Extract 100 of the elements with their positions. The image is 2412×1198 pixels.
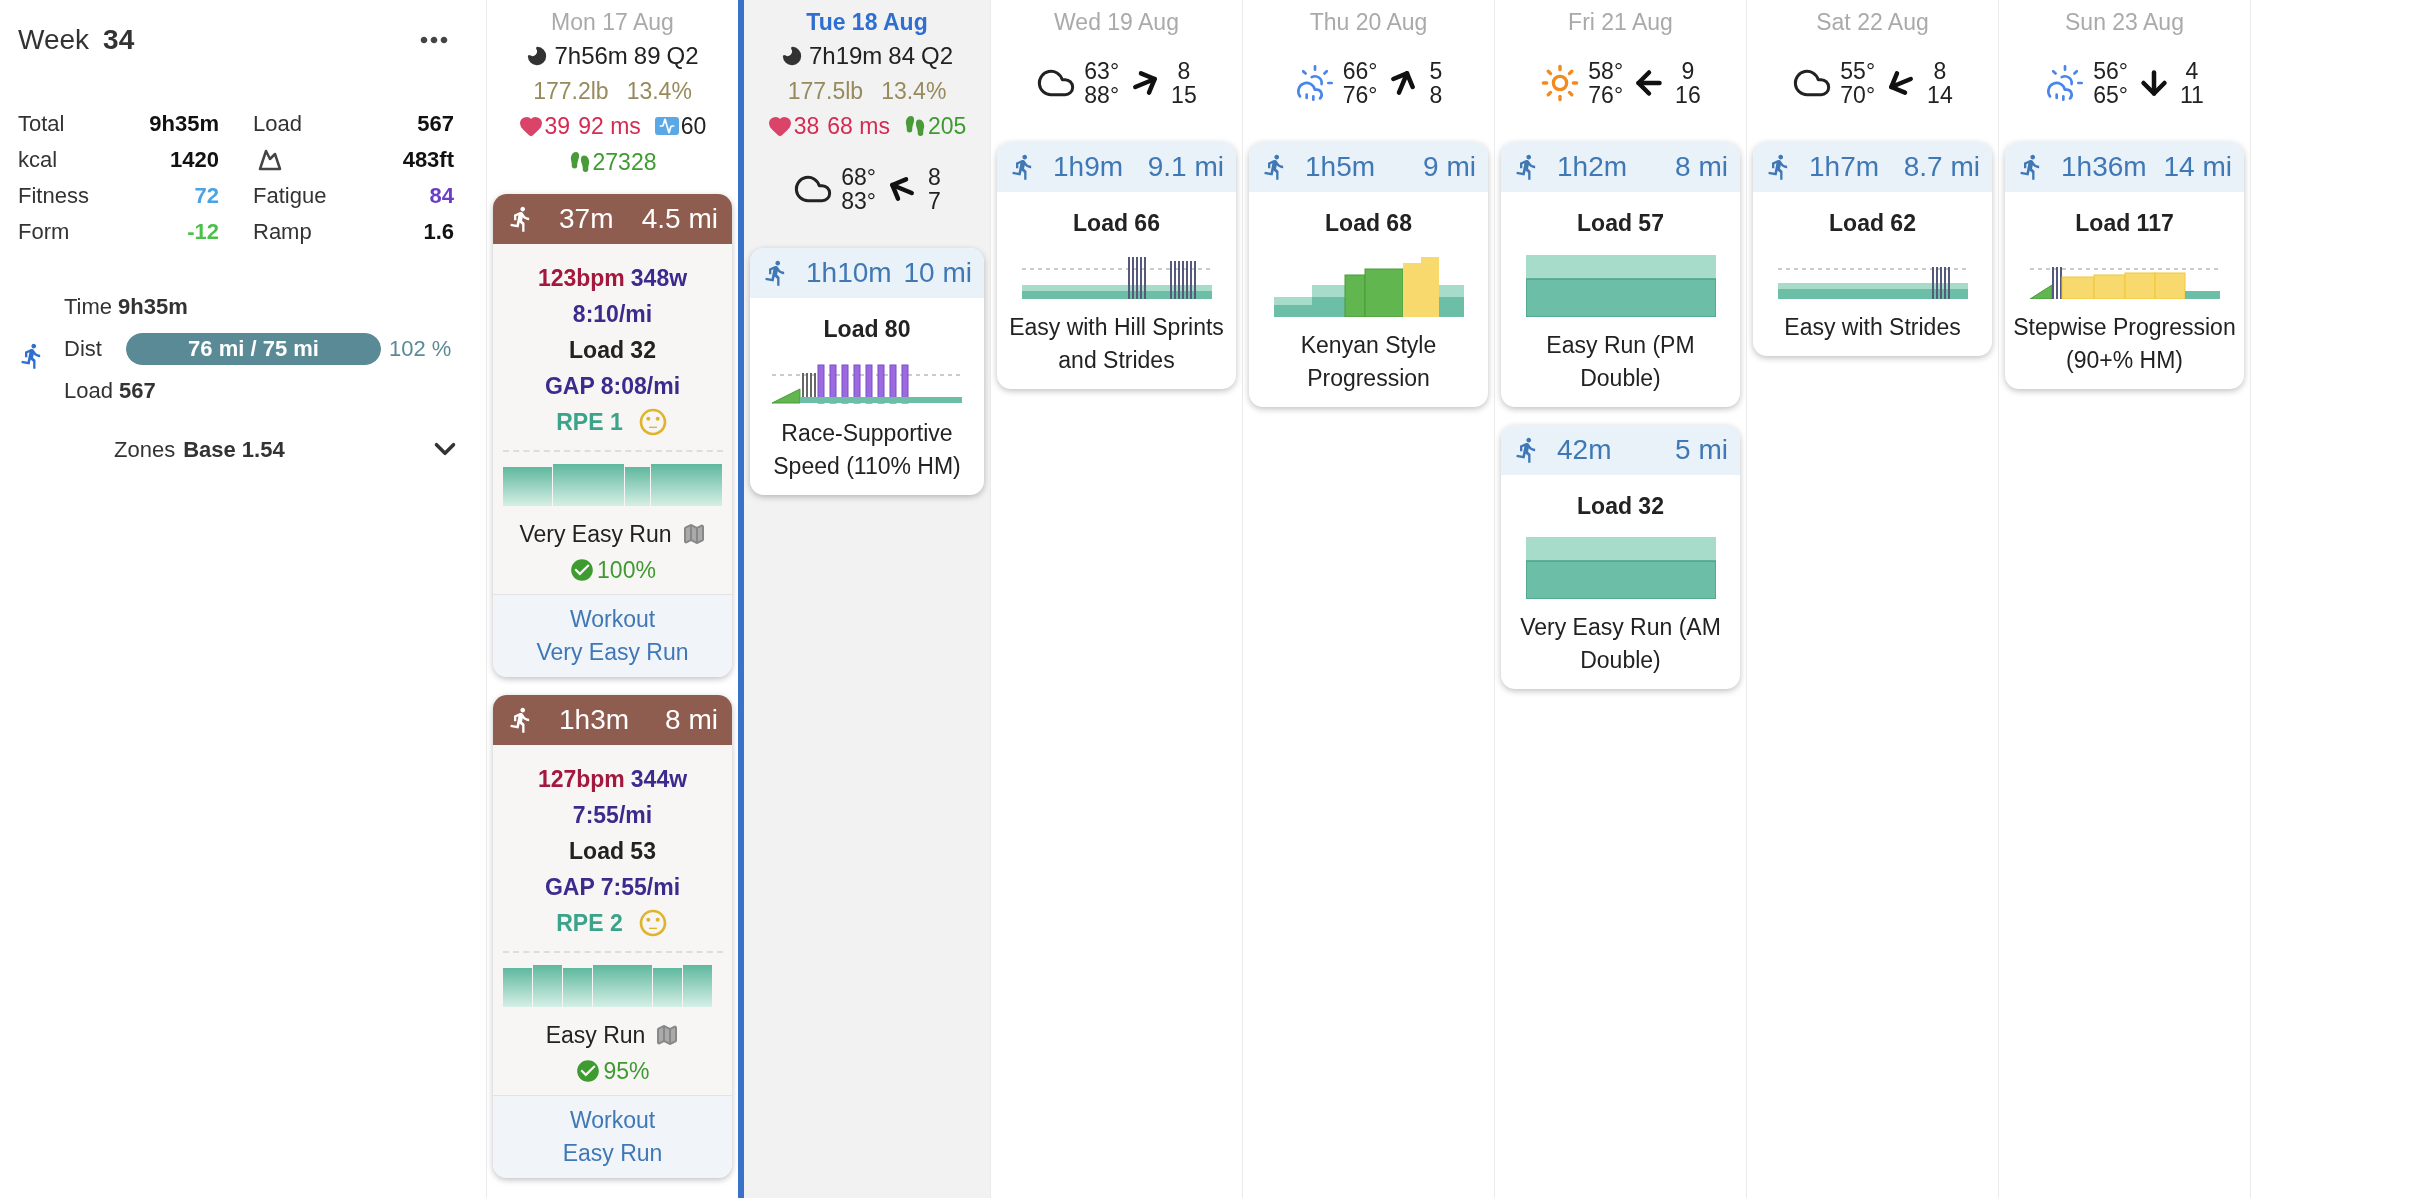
workout-load: Load 68 (1325, 209, 1412, 238)
map-icon (681, 522, 706, 546)
high-temperature: 76° (1588, 83, 1624, 107)
load-value: 567 (118, 377, 156, 405)
workout-distance: 9 mi (1423, 150, 1476, 184)
workout-name: Easy Run (PM Double) (1545, 330, 1696, 393)
workout-load: Load 32 (1577, 491, 1664, 521)
planned-workout-card[interactable]: 1h5m 9 mi Load 68 Kenyan Style Progression (1249, 142, 1488, 407)
workout-name: Very Easy Run (AM Double) (1519, 613, 1722, 675)
stat-value: 84 (429, 182, 454, 210)
stat-value: -12 (187, 218, 219, 246)
activity-load: Load 53 (569, 837, 656, 866)
stat-label: Load (253, 110, 302, 138)
power: 344w (630, 765, 688, 794)
compliance: 95% (603, 1057, 650, 1086)
progress-text: 76 mi / 75 mi (187, 335, 320, 363)
week-label: Week (18, 23, 90, 57)
respiration: 60 (680, 112, 707, 141)
workout-duration: 1h2m (1557, 150, 1628, 184)
distance-label: Dist (64, 335, 103, 363)
activity-load: Load 32 (569, 336, 656, 365)
hrv: 68 ms (827, 112, 890, 141)
workout-name: Race-Supportive Speed (110% HM) (772, 418, 962, 481)
planned-workout-card[interactable]: 1h10m 10 mi Load 80 Race-Supportive Speed (110% HM) (750, 248, 984, 495)
wind-speed: 8 (1177, 59, 1191, 83)
stat-value: 483ft (402, 146, 454, 174)
workout-duration: 1h5m (1305, 150, 1376, 184)
workout-link[interactable]: Workout Very Easy Run (493, 594, 732, 677)
wind-gust: 15 (1171, 83, 1197, 107)
workout-link[interactable]: Workout Easy Run (493, 1095, 732, 1178)
workout-duration: 1h7m (1809, 150, 1880, 184)
low-temperature: 66° (1342, 59, 1378, 83)
low-temperature: 63° (1084, 59, 1120, 83)
step-count: 27328 (592, 148, 657, 177)
sun-icon (1540, 63, 1581, 103)
stat-value: 9h35m (149, 110, 219, 138)
day-date[interactable]: Tue 18 Aug (806, 6, 928, 38)
low-temperature: 58° (1588, 59, 1624, 83)
stat-value: 1.6 (423, 218, 454, 246)
sleep-duration: 7h56m (554, 41, 628, 71)
low-temperature: 55° (1840, 59, 1876, 83)
stat-label: Form (18, 218, 70, 246)
stat-value: 1420 (170, 146, 219, 174)
activity-card[interactable]: 1h3m 8 mi 127bpm 344w 7:55/mi Load 53 GAP 7:55/mi RPE 2 Easy Run 95% Workout Easy Run (493, 695, 732, 1178)
workout-load: Load 57 (1577, 209, 1664, 238)
moon-icon (780, 45, 803, 67)
hrv: 92 ms (578, 112, 641, 141)
workout-distance: 8 mi (1675, 150, 1728, 184)
rpe: RPE 1 (556, 408, 623, 437)
activity-distance: 4.5 mi (641, 202, 718, 236)
grade-adjusted-pace: GAP 8:08/mi (544, 372, 681, 401)
activity-name: Easy Run (545, 1021, 646, 1050)
resting-heart-rate: 38 (793, 112, 820, 141)
workout-name: Kenyan Style Progression (1299, 330, 1438, 393)
activity-duration: 37m (559, 202, 614, 236)
grade-adjusted-pace: GAP 7:55/mi (544, 873, 681, 902)
zones-toggle[interactable]: Zones Base 1.54 (18, 432, 472, 466)
rain-cloud-sun-icon (2045, 63, 2086, 103)
wind-gust: 7 (928, 189, 941, 213)
map-icon (655, 1023, 680, 1047)
stat-label: Fitness (18, 182, 89, 210)
planned-workout-card[interactable]: 1h2m 8 mi Load 57 Easy Run (PM Double) (1501, 142, 1740, 407)
body-weight: 177.5lb (787, 77, 864, 106)
body-fat: 13.4% (881, 77, 947, 106)
activity-distance: 8 mi (665, 703, 718, 737)
sleep-score: 89 (633, 41, 661, 71)
pace: 8:10/mi (572, 300, 653, 329)
workout-name: Stepwise Progression (90+% HM) (2012, 312, 2237, 375)
activity-duration: 1h3m (559, 703, 630, 737)
resting-heart-rate: 39 (544, 112, 571, 141)
workout-distance: 5 mi (1675, 432, 1728, 467)
footprints-icon (568, 151, 591, 173)
stat-label: Total (18, 110, 65, 138)
high-temperature: 70° (1840, 83, 1876, 107)
compliance: 100% (597, 556, 656, 585)
planned-workout-card[interactable]: 1h7m 8.7 mi Load 62 Easy with Strides (1753, 142, 1992, 356)
stat-value: 567 (417, 110, 454, 138)
high-temperature: 65° (2093, 83, 2128, 107)
wind-speed: 4 (2185, 59, 2199, 83)
activity-name: Very Easy Run (519, 520, 672, 549)
stat-label: Fatigue (253, 182, 327, 210)
sleep-duration: 7h19m (808, 41, 883, 71)
stat-label: Ramp (253, 218, 312, 246)
workout-duration: 1h10m (806, 256, 892, 290)
workout-duration: 1h9m (1053, 150, 1124, 184)
wind-speed: 5 (1429, 59, 1443, 83)
planned-workout-card[interactable]: 42m 5 mi Load 32 Very Easy Run (AM Double) (1501, 424, 1740, 689)
stat-value: 72 (194, 182, 219, 210)
wind-gust: 8 (1429, 83, 1443, 107)
low-temperature: 68° (841, 165, 876, 189)
low-temperature: 56° (2093, 59, 2128, 83)
power: 348w (630, 264, 688, 293)
wind-gust: 16 (1675, 83, 1701, 107)
workout-load: Load 62 (1829, 209, 1916, 238)
planned-workout-card[interactable]: 1h36m 14 mi Load 117 Stepwise Progression (90+% HM) (2005, 142, 2244, 389)
planned-workout-card[interactable]: 1h9m 9.1 mi Load 66 Easy with Hill Sprints and Strides (997, 142, 1236, 389)
workout-duration: 42m (1557, 432, 1612, 467)
activity-card[interactable]: 37m 4.5 mi 123bpm 348w 8:10/mi Load 32 GAP 8:08/mi RPE 1 Very Easy Run 100% Workout Very Easy Run (493, 194, 732, 677)
workout-name: Easy with Hill Sprints and Strides (1008, 312, 1225, 375)
wind-speed: 8 (1933, 59, 1947, 83)
